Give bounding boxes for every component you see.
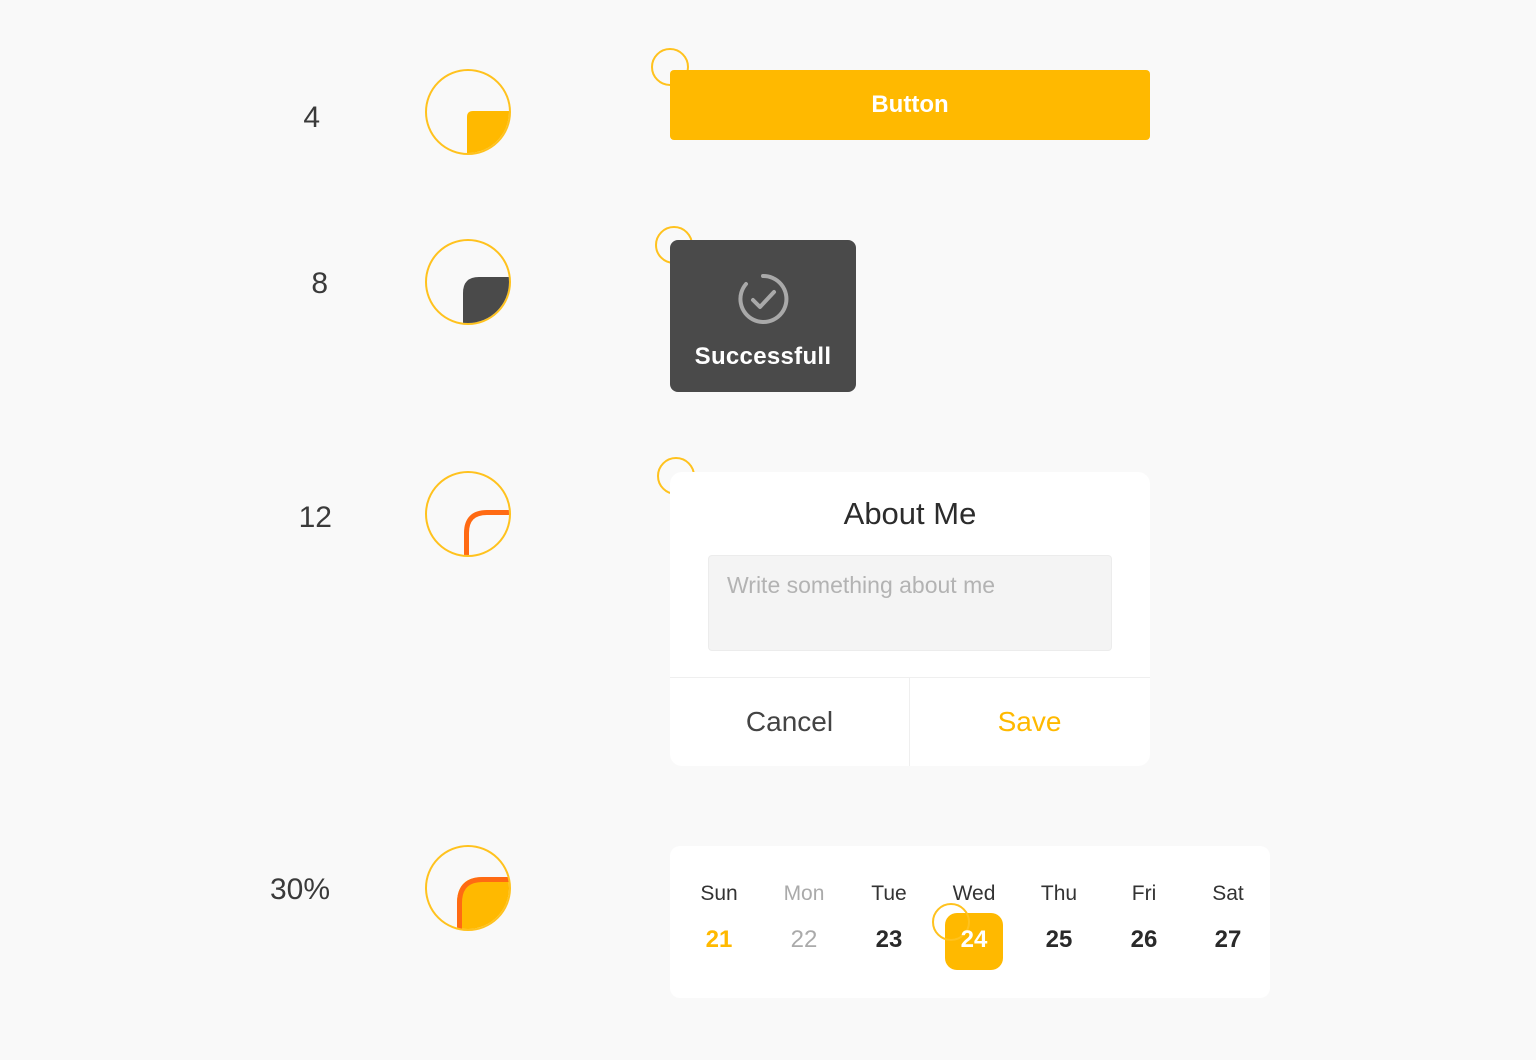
toast-message: Successfull [694,343,832,370]
week-calendar: Sun 21 Mon 22 Tue 23 Wed 24 Thu 25 Fri 2… [670,846,1270,998]
success-toast: Successfull [670,240,856,392]
weekday-label: Fri [1131,882,1157,905]
date-number: 27 [1214,926,1242,953]
date-number: 23 [875,926,903,953]
radius-label-8: 8 [311,267,328,300]
radius-label-4: 4 [303,101,320,134]
primary-button-label: Button [871,91,949,118]
corner-preview-30-percent-icon [457,877,509,929]
weekday-label: Sat [1212,882,1244,905]
check-circle-icon [736,272,790,331]
date-number: 22 [790,926,818,953]
corner-magnifier-4 [425,69,511,155]
weekday-label: Sun [700,882,738,905]
primary-button[interactable]: Button [670,70,1150,140]
date-number: 26 [1130,926,1158,953]
corner-magnifier-8 [425,239,511,325]
calendar-day-sat[interactable]: Sat 27 [1198,846,1258,998]
dialog-title: About Me [843,496,977,531]
calendar-day-tue[interactable]: Tue 23 [859,846,919,998]
corner-preview-12-icon [464,510,509,555]
radius-label-12: 12 [298,501,332,534]
corner-magnifier-30-percent [425,845,511,931]
save-button[interactable]: Save [910,678,1149,766]
date-number: 21 [705,926,733,953]
about-me-textarea[interactable] [708,555,1112,651]
corner-preview-8-icon [463,277,509,323]
corner-preview-4-icon [467,111,509,153]
calendar-day-fri[interactable]: Fri 26 [1114,846,1174,998]
about-me-dialog: About Me Cancel Save [670,472,1150,766]
calendar-day-mon[interactable]: Mon 22 [774,846,834,998]
corner-magnifier-12 [425,471,511,557]
cancel-button[interactable]: Cancel [670,678,909,766]
calendar-day-sun[interactable]: Sun 21 [689,846,749,998]
weekday-label: Mon [783,882,825,905]
date-number: 24 [960,926,988,953]
date-number: 25 [1045,926,1073,953]
weekday-label: Tue [871,882,907,905]
calendar-day-thu[interactable]: Thu 25 [1029,846,1089,998]
radius-label-30-percent: 30% [269,873,330,906]
weekday-label: Thu [1040,882,1078,905]
